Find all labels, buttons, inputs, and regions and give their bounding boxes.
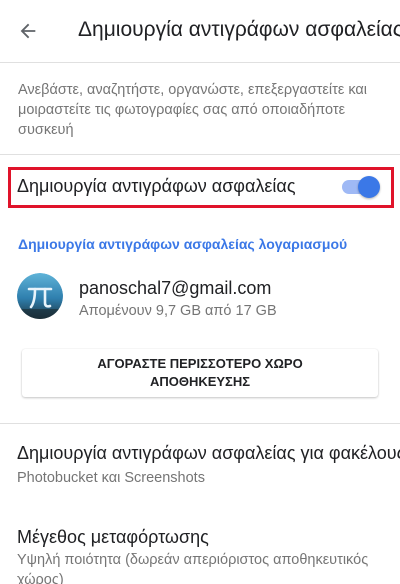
buy-storage-button[interactable]: ΑΓΟΡΑΣΤΕ ΠΕΡΙΣΣΟΤΕΡΟ ΧΩΡΟ ΑΠΟΘΗΚΕΥΣΗΣ <box>22 349 378 397</box>
intro-description: Ανεβάστε, αναζητήστε, οργανώστε, επεξεργ… <box>18 82 367 138</box>
upload-size-subtitle: Υψηλή ποιότητα (δωρεάν απεριόριστος αποθ… <box>17 552 369 584</box>
device-folders-title[interactable]: Δημιουργία αντιγράφων ασφαλείας για φακέ… <box>17 443 400 464</box>
page-title: Δημιουργία αντιγράφων ασφαλείας <box>78 18 400 41</box>
app-bar: Δημιουργία αντιγράφων ασφαλείας <box>0 0 400 62</box>
back-button[interactable] <box>14 17 42 45</box>
account-email: panoschal7@gmail.com <box>79 278 272 298</box>
divider <box>0 423 400 424</box>
device-folders-subtitle: Photobucket και Screenshots <box>17 470 205 486</box>
toggle-thumb <box>358 176 380 198</box>
buy-storage-label: ΑΓΟΡΑΣΤΕ ΠΕΡΙΣΣΟΤΕΡΟ ΧΩΡΟ ΑΠΟΘΗΚΕΥΣΗΣ <box>97 356 303 389</box>
divider <box>0 154 400 155</box>
divider <box>0 62 400 63</box>
backup-toggle-switch[interactable] <box>340 175 382 199</box>
arrow-back-icon <box>20 23 36 39</box>
account-section-title: Δημιουργία αντιγράφων ασφαλείας λογαριασ… <box>18 236 348 252</box>
avatar <box>17 273 63 319</box>
upload-size-title[interactable]: Μέγεθος μεταφόρτωσης <box>17 527 400 548</box>
storage-remaining: Απομένουν 9,7 GB από 17 GB <box>79 303 277 319</box>
backup-toggle-label[interactable]: Δημιουργία αντιγράφων ασφαλείας <box>17 176 339 197</box>
pi-avatar-icon <box>17 273 63 319</box>
